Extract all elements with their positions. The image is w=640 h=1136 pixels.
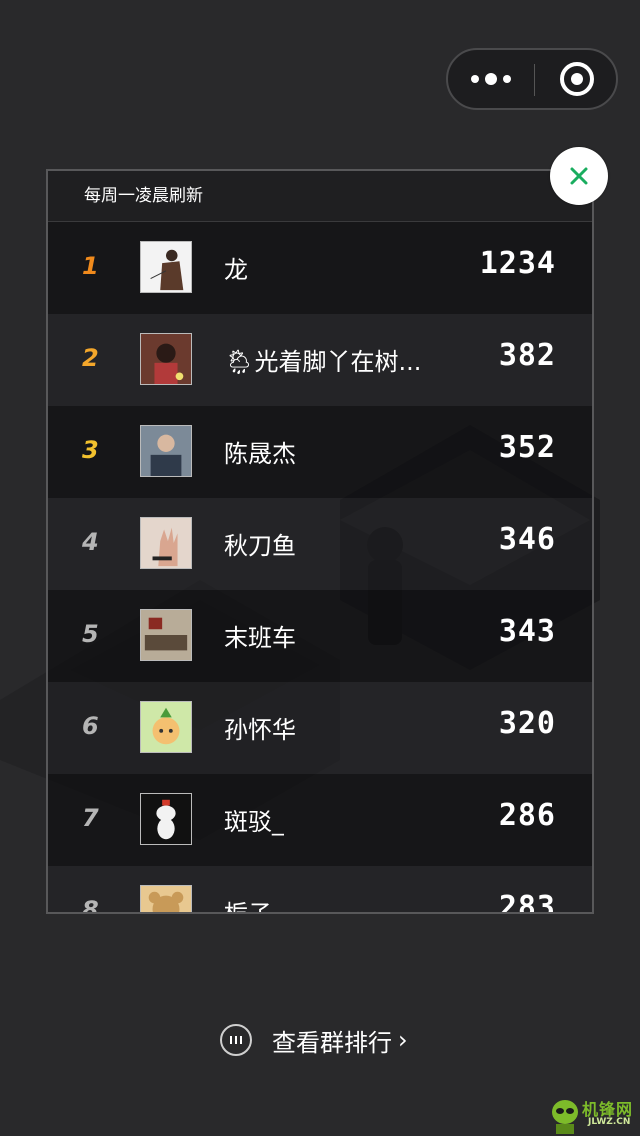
ranking-row[interactable]: 8 栀子 283 xyxy=(48,866,592,914)
player-score: 283 xyxy=(498,890,556,914)
ranking-list[interactable]: 1 龙 1234 2 🌦光着脚丫在树... 382 3 陈晟杰 352 4 秋刀… xyxy=(48,222,592,914)
rank-number: 1 xyxy=(82,252,99,280)
ranking-row[interactable]: 1 龙 1234 xyxy=(48,222,592,314)
view-group-ranking-label: 查看群排行 xyxy=(272,1028,392,1057)
player-name: 斑驳_ xyxy=(224,808,284,836)
avatar xyxy=(140,241,192,293)
capsule-divider xyxy=(534,64,535,96)
ranking-panel: 每周一凌晨刷新 1 龙 1234 2 🌦光着脚丫在树... 382 3 陈晟杰 … xyxy=(46,169,594,914)
rank-number: 7 xyxy=(82,804,99,832)
ranking-row[interactable]: 4 秋刀鱼 346 xyxy=(48,498,592,590)
mini-program-capsule xyxy=(446,48,618,110)
bar-chart-icon xyxy=(220,1024,252,1056)
player-score: 343 xyxy=(498,614,556,649)
ranking-row[interactable]: 5 末班车 343 xyxy=(48,590,592,682)
player-name: 孙怀华 xyxy=(224,716,296,744)
site-watermark: 机锋网 JLWZ.CN xyxy=(548,1096,640,1136)
player-name: 龙 xyxy=(224,256,248,284)
rank-number: 8 xyxy=(82,896,99,914)
player-score: 286 xyxy=(498,798,556,833)
avatar xyxy=(140,701,192,753)
avatar xyxy=(140,425,192,477)
player-name: 陈晟杰 xyxy=(224,440,296,468)
player-score: 1234 xyxy=(479,246,556,281)
watermark-en: JLWZ.CN xyxy=(588,1117,631,1127)
alien-logo-icon xyxy=(552,1100,578,1134)
ranking-row[interactable]: 7 斑驳_ 286 xyxy=(48,774,592,866)
avatar xyxy=(140,609,192,661)
close-button[interactable] xyxy=(550,147,608,205)
close-icon xyxy=(570,167,588,185)
target-circle-icon[interactable] xyxy=(560,62,594,96)
player-score: 352 xyxy=(498,430,556,465)
ranking-row[interactable]: 2 🌦光着脚丫在树... 382 xyxy=(48,314,592,406)
chevron-right-icon: › xyxy=(398,1026,408,1054)
rank-number: 4 xyxy=(82,528,99,556)
avatar xyxy=(140,333,192,385)
more-dots-icon[interactable] xyxy=(448,50,534,108)
player-name: 末班车 xyxy=(224,624,296,652)
player-score: 382 xyxy=(498,338,556,373)
rank-number: 2 xyxy=(82,344,99,372)
player-score: 320 xyxy=(498,706,556,741)
rank-number: 5 xyxy=(82,620,99,648)
ranking-row[interactable]: 6 孙怀华 320 xyxy=(48,682,592,774)
avatar xyxy=(140,885,192,912)
ranking-row[interactable]: 3 陈晟杰 352 xyxy=(48,406,592,498)
player-name: 栀子 xyxy=(224,900,272,914)
player-score: 346 xyxy=(498,522,556,557)
avatar xyxy=(140,793,192,845)
avatar xyxy=(140,517,192,569)
view-group-ranking-button[interactable]: 查看群排行 › xyxy=(220,1020,408,1060)
player-name: 秋刀鱼 xyxy=(224,532,296,560)
rank-number: 6 xyxy=(82,712,99,740)
panel-header: 每周一凌晨刷新 xyxy=(48,171,592,222)
player-name: 🌦光着脚丫在树... xyxy=(224,348,422,376)
rank-number: 3 xyxy=(82,436,99,464)
